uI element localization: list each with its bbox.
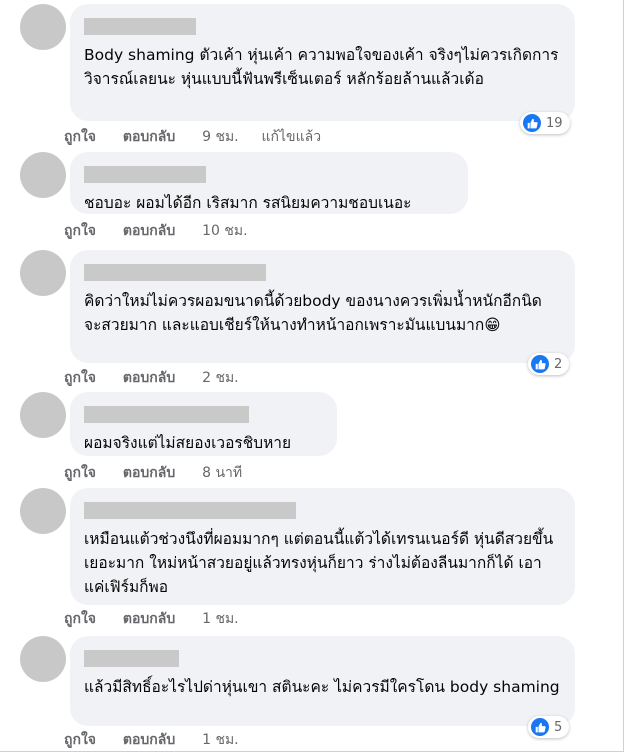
comment-bubble: แล้วมีสิทธิ์อะไรไปด่าหุ่นเขา สตินะคะ ไม่… (70, 636, 575, 726)
reply-button[interactable]: ตอบกลับ (123, 732, 175, 748)
comment-actions: ถูกใจ ตอบกลับ 10 ชม. (64, 220, 266, 242)
comment-bubble: เหมือนแต้วช่วงนึงที่ผอมมากๆ แต่ตอนนี้แต้… (70, 488, 575, 605)
reaction-count[interactable]: 2 (528, 353, 570, 375)
reaction-count-number: 5 (554, 719, 563, 735)
like-thumbs-up-icon (531, 718, 549, 736)
reply-button[interactable]: ตอบกลับ (123, 223, 175, 239)
comment-bubble: คิดว่าใหม่ไม่ควรผอมขนาดนี้ด้วยbody ของนา… (70, 250, 575, 363)
avatar[interactable] (20, 636, 66, 682)
commenter-name-redacted[interactable] (84, 406, 249, 423)
comment-actions: ถูกใจ ตอบกลับ 8 นาที (64, 462, 260, 484)
comment-text: ผอมจริงแต่ไม่สยองเวอรชิบหาย (84, 434, 292, 452)
avatar[interactable] (20, 488, 66, 534)
timestamp[interactable]: 1 ชม. (202, 732, 239, 748)
avatar[interactable] (20, 250, 66, 296)
timestamp[interactable]: 8 นาที (202, 465, 242, 481)
comment-text: ชอบอะ ผอมได้อีก เริสมาก รสนิยมความชอบเนอ… (84, 194, 412, 212)
reaction-count-number: 2 (554, 356, 563, 372)
like-button[interactable]: ถูกใจ (64, 370, 96, 386)
like-button[interactable]: ถูกใจ (64, 732, 96, 748)
commenter-name-redacted[interactable] (84, 650, 179, 667)
avatar[interactable] (20, 392, 66, 438)
avatar[interactable] (20, 4, 66, 50)
comment-text: แล้วมีสิทธิ์อะไรไปด่าหุ่นเขา สตินะคะ ไม่… (84, 678, 560, 696)
like-button[interactable]: ถูกใจ (64, 223, 96, 239)
comment-text: คิดว่าใหม่ไม่ควรผอมขนาดนี้ด้วยbody ของนา… (84, 292, 542, 334)
like-thumbs-up-icon (531, 355, 549, 373)
reply-button[interactable]: ตอบกลับ (123, 370, 175, 386)
avatar[interactable] (20, 152, 66, 198)
reaction-count[interactable]: 5 (528, 716, 570, 738)
reaction-count-number: 19 (546, 115, 563, 131)
comment-actions: ถูกใจ ตอบกลับ 9 ชม. แก้ไขแล้ว (64, 126, 339, 148)
comment-bubble: ผอมจริงแต่ไม่สยองเวอรชิบหาย (70, 392, 337, 456)
comments-panel: Body shaming ตัวเค้า หุ่นเค้า ความพอใจขอ… (0, 0, 624, 752)
timestamp[interactable]: 10 ชม. (202, 223, 247, 239)
comment-actions: ถูกใจ ตอบกลับ 1 ชม. (64, 608, 257, 630)
edited-label[interactable]: แก้ไขแล้ว (262, 129, 322, 145)
like-button[interactable]: ถูกใจ (64, 129, 96, 145)
reply-button[interactable]: ตอบกลับ (123, 611, 175, 627)
commenter-name-redacted[interactable] (84, 166, 206, 183)
comment-text: Body shaming ตัวเค้า หุ่นเค้า ความพอใจขอ… (84, 46, 559, 88)
commenter-name-redacted[interactable] (84, 264, 266, 281)
comment-text: เหมือนแต้วช่วงนึงที่ผอมมากๆ แต่ตอนนี้แต้… (84, 530, 554, 596)
timestamp[interactable]: 9 ชม. (202, 129, 239, 145)
comment-bubble: Body shaming ตัวเค้า หุ่นเค้า ความพอใจขอ… (70, 4, 575, 121)
reply-button[interactable]: ตอบกลับ (123, 129, 175, 145)
comment-actions: ถูกใจ ตอบกลับ 1 ชม. (64, 729, 257, 751)
reaction-count[interactable]: 19 (520, 112, 570, 134)
comment-bubble: ชอบอะ ผอมได้อีก เริสมาก รสนิยมความชอบเนอ… (70, 152, 468, 214)
commenter-name-redacted[interactable] (84, 502, 296, 519)
timestamp[interactable]: 2 ชม. (202, 370, 239, 386)
reply-button[interactable]: ตอบกลับ (123, 465, 175, 481)
like-thumbs-up-icon (523, 114, 541, 132)
like-button[interactable]: ถูกใจ (64, 465, 96, 481)
commenter-name-redacted[interactable] (84, 18, 196, 35)
comment-actions: ถูกใจ ตอบกลับ 2 ชม. (64, 367, 257, 389)
timestamp[interactable]: 1 ชม. (202, 611, 239, 627)
like-button[interactable]: ถูกใจ (64, 611, 96, 627)
